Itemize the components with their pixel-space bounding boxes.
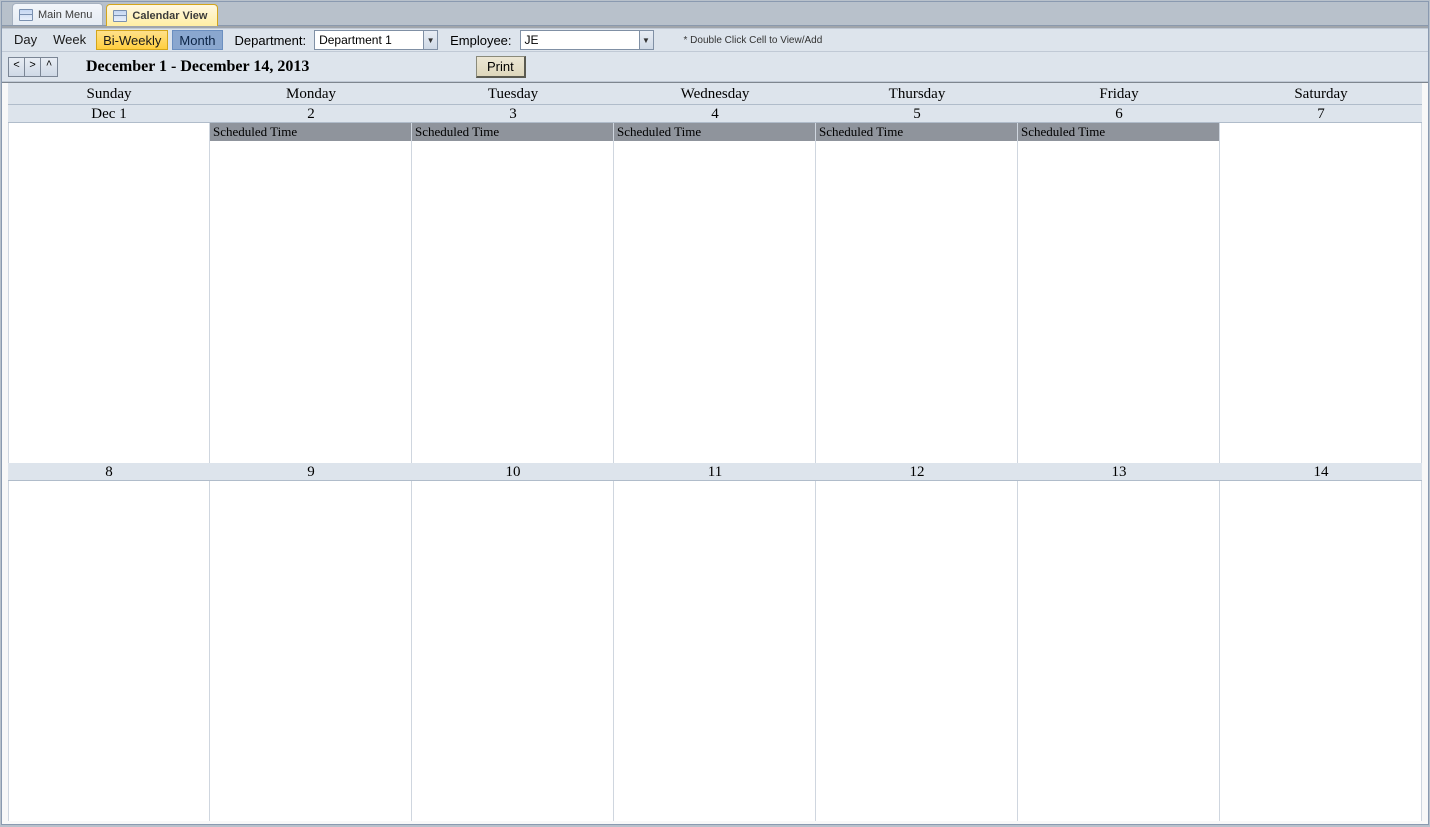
view-month-button[interactable]: Month [172, 30, 222, 50]
calendar-cell[interactable] [210, 481, 412, 821]
employee-label: Employee: [442, 33, 515, 48]
calendar-cell[interactable] [614, 481, 816, 821]
form-icon [113, 10, 127, 22]
app-frame: Main Menu Calendar View Day Week Bi-Week… [1, 1, 1429, 825]
department-label: Department: [227, 33, 311, 48]
week2-cells [8, 481, 1422, 821]
scheduled-time-band: Scheduled Time [210, 123, 411, 141]
date-header: 2 [210, 105, 412, 123]
date-header: Dec 1 [8, 105, 210, 123]
date-header-row: 8 9 10 11 12 13 14 [8, 463, 1422, 481]
date-header: 8 [8, 463, 210, 481]
print-button[interactable]: Print [476, 56, 526, 78]
up-button[interactable]: ^ [41, 58, 57, 76]
calendar-cell[interactable]: Scheduled Time [614, 123, 816, 463]
scheduled-time-band: Scheduled Time [412, 123, 613, 141]
calendar-cell[interactable] [1018, 481, 1220, 821]
date-header: 3 [412, 105, 614, 123]
employee-combo[interactable]: JE ▼ [520, 30, 654, 50]
date-header: 5 [816, 105, 1018, 123]
calendar: Sunday Monday Tuesday Wednesday Thursday… [2, 83, 1428, 821]
tab-strip: Main Menu Calendar View [2, 2, 1428, 26]
nav-row: < > ^ December 1 - December 14, 2013 Pri… [2, 52, 1428, 82]
helper-text: * Double Click Cell to View/Add [684, 35, 823, 46]
calendar-cell[interactable] [412, 481, 614, 821]
view-toolbar: Day Week Bi-Weekly Month Department: Dep… [2, 28, 1428, 52]
calendar-cell[interactable] [1220, 123, 1422, 463]
date-header: 9 [210, 463, 412, 481]
tab-label: Calendar View [132, 10, 207, 22]
calendar-cell[interactable]: Scheduled Time [816, 123, 1018, 463]
calendar-cell[interactable] [8, 481, 210, 821]
calendar-cell[interactable] [816, 481, 1018, 821]
calendar-cell[interactable]: Scheduled Time [1018, 123, 1220, 463]
day-header: Sunday [8, 83, 210, 105]
date-header: 7 [1220, 105, 1422, 123]
chevron-down-icon[interactable]: ▼ [423, 31, 437, 49]
date-header: 4 [614, 105, 816, 123]
date-header-row: Dec 1 2 3 4 5 6 7 [8, 105, 1422, 123]
date-header: 13 [1018, 463, 1220, 481]
calendar-cell[interactable] [1220, 481, 1422, 821]
week1-cells: Scheduled Time Scheduled Time Scheduled … [8, 123, 1422, 463]
day-header: Thursday [816, 83, 1018, 105]
date-header: 10 [412, 463, 614, 481]
chevron-down-icon[interactable]: ▼ [639, 31, 653, 49]
form-icon [19, 9, 33, 21]
toolbar-band: Day Week Bi-Weekly Month Department: Dep… [2, 26, 1428, 83]
view-day-button[interactable]: Day [8, 30, 43, 50]
tab-label: Main Menu [38, 9, 92, 21]
next-button[interactable]: > [25, 58, 41, 76]
date-header: 11 [614, 463, 816, 481]
scheduled-time-band: Scheduled Time [1018, 123, 1219, 141]
department-combo[interactable]: Department 1 ▼ [314, 30, 438, 50]
tab-main-menu[interactable]: Main Menu [12, 3, 103, 25]
date-range-label: December 1 - December 14, 2013 [86, 58, 466, 76]
scheduled-time-band: Scheduled Time [816, 123, 1017, 141]
calendar-cell[interactable]: Scheduled Time [412, 123, 614, 463]
prev-button[interactable]: < [9, 58, 25, 76]
day-header-row: Sunday Monday Tuesday Wednesday Thursday… [8, 83, 1422, 105]
day-header: Monday [210, 83, 412, 105]
day-header: Tuesday [412, 83, 614, 105]
date-header: 6 [1018, 105, 1220, 123]
scheduled-time-band: Scheduled Time [614, 123, 815, 141]
calendar-cell[interactable] [8, 123, 210, 463]
day-header: Friday [1018, 83, 1220, 105]
calendar-cell[interactable]: Scheduled Time [210, 123, 412, 463]
nav-button-group: < > ^ [8, 57, 58, 77]
department-value: Department 1 [319, 33, 423, 47]
view-week-button[interactable]: Week [47, 30, 92, 50]
day-header: Wednesday [614, 83, 816, 105]
content-area: Day Week Bi-Weekly Month Department: Dep… [2, 26, 1428, 824]
employee-value: JE [525, 33, 639, 47]
date-header: 12 [816, 463, 1018, 481]
date-header: 14 [1220, 463, 1422, 481]
tab-calendar-view[interactable]: Calendar View [106, 4, 218, 26]
day-header: Saturday [1220, 83, 1422, 105]
view-biweekly-button[interactable]: Bi-Weekly [96, 30, 168, 50]
